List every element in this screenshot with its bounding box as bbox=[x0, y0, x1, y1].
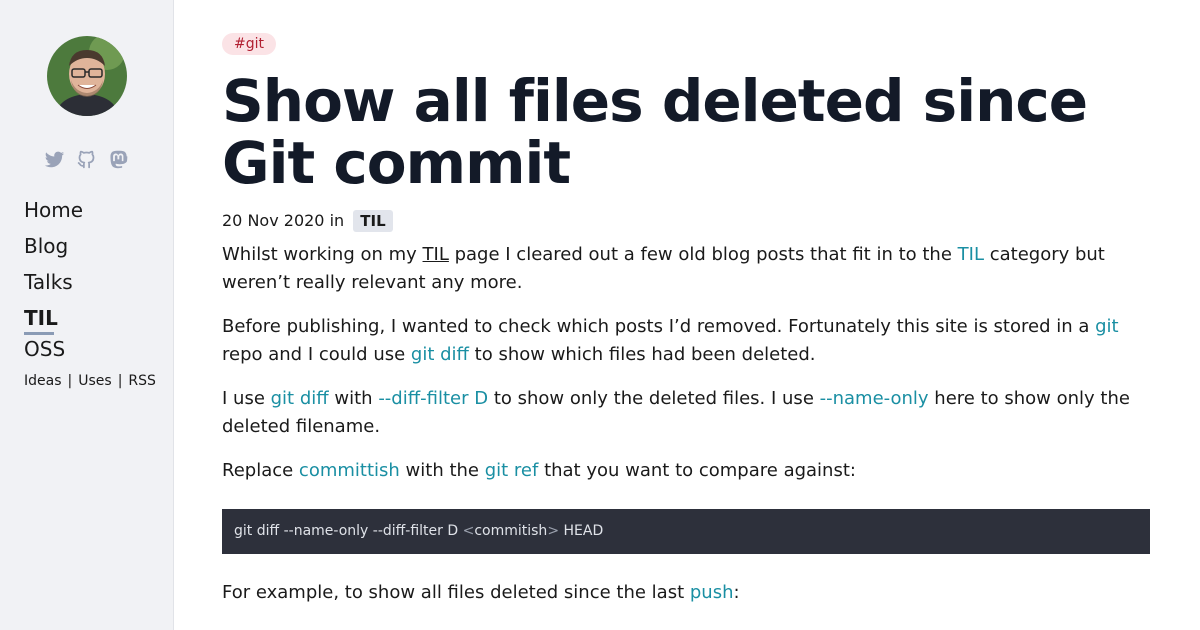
paragraph-5: For example, to show all files deleted s… bbox=[222, 579, 1152, 607]
git-diff-link[interactable]: git diff bbox=[271, 388, 329, 409]
text: Before publishing, I wanted to check whi… bbox=[222, 316, 1096, 337]
github-icon[interactable] bbox=[76, 149, 97, 170]
committish-link[interactable]: committish bbox=[299, 460, 400, 481]
paragraph-2: Before publishing, I wanted to check whi… bbox=[222, 313, 1152, 369]
text: I use bbox=[222, 388, 271, 409]
link-uses[interactable]: Uses bbox=[78, 373, 111, 389]
main-nav: Home Blog Talks TIL OSS bbox=[24, 192, 83, 367]
paragraph-4: Replace committish with the git ref that… bbox=[222, 457, 1152, 485]
git-link[interactable]: git bbox=[1095, 316, 1118, 337]
text: For example, to show all files deleted s… bbox=[222, 582, 690, 603]
mastodon-icon[interactable] bbox=[108, 149, 129, 170]
separator: | bbox=[117, 373, 123, 389]
text: with the bbox=[399, 460, 485, 481]
git-diff-link[interactable]: git diff bbox=[411, 344, 469, 365]
paragraph-3: I use git diff with --diff-filter D to s… bbox=[222, 385, 1152, 441]
link-ideas[interactable]: Ideas bbox=[24, 373, 62, 389]
diff-filter-link[interactable]: --diff-filter D bbox=[378, 388, 488, 409]
code-text: commitish bbox=[474, 523, 548, 539]
text: : bbox=[733, 582, 740, 603]
twitter-icon[interactable] bbox=[44, 149, 65, 170]
text: to show which files had been deleted. bbox=[468, 344, 816, 365]
code-text: HEAD bbox=[559, 523, 604, 539]
text: that you want to compare against: bbox=[538, 460, 856, 481]
post-meta: 20 Nov 2020 in TIL bbox=[222, 210, 393, 232]
post-date: 20 Nov 2020 bbox=[222, 211, 325, 230]
text: to show only the deleted files. I use bbox=[488, 388, 820, 409]
social-links bbox=[44, 149, 129, 170]
text: with bbox=[328, 388, 379, 409]
nav-home[interactable]: Home bbox=[24, 192, 83, 228]
text: Whilst working on my bbox=[222, 244, 423, 265]
code-text: git diff --name-only --diff-filter D bbox=[234, 523, 463, 539]
text: repo and I could use bbox=[222, 344, 411, 365]
code-punct: < bbox=[462, 523, 475, 539]
code-punct: > bbox=[547, 523, 560, 539]
name-only-link[interactable]: --name-only bbox=[820, 388, 929, 409]
in-word: in bbox=[329, 211, 345, 230]
category-badge[interactable]: TIL bbox=[353, 210, 393, 232]
separator: | bbox=[67, 373, 73, 389]
tag-badge[interactable]: #git bbox=[222, 33, 276, 55]
code-block[interactable]: git diff --name-only --diff-filter D <co… bbox=[222, 509, 1150, 554]
text: page I cleared out a few old blog posts … bbox=[448, 244, 958, 265]
meta-links: Ideas | Uses | RSS bbox=[24, 373, 156, 389]
avatar[interactable] bbox=[47, 36, 127, 116]
page-title: Show all files deleted since Git commit bbox=[222, 67, 1088, 197]
git-ref-link[interactable]: git ref bbox=[485, 460, 539, 481]
sidebar: Home Blog Talks TIL OSS Ideas | Uses | RSS bbox=[0, 0, 174, 630]
nav-talks[interactable]: Talks bbox=[24, 264, 83, 300]
push-link[interactable]: push bbox=[690, 582, 734, 603]
til-category-link[interactable]: TIL bbox=[958, 244, 984, 265]
paragraph-1: Whilst working on my TIL page I cleared … bbox=[222, 241, 1152, 297]
nav-blog[interactable]: Blog bbox=[24, 228, 83, 264]
link-rss[interactable]: RSS bbox=[128, 373, 156, 389]
text: Replace bbox=[222, 460, 299, 481]
til-page-link[interactable]: TIL bbox=[423, 244, 449, 265]
nav-oss[interactable]: OSS bbox=[24, 331, 83, 367]
